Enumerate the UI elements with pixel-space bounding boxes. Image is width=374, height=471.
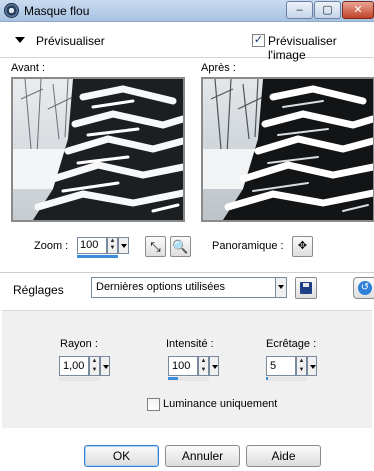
after-label: Après : <box>201 62 236 74</box>
save-preset-button[interactable] <box>295 277 317 299</box>
clipping-spinner[interactable]: ▲ ▼ <box>296 356 307 376</box>
preset-dropdown-button[interactable] <box>275 278 286 297</box>
close-button[interactable]: ✕ <box>342 1 374 19</box>
clipping-input[interactable]: 5 <box>266 356 296 376</box>
zoom-slider[interactable] <box>77 255 118 258</box>
intensity-dropdown-button[interactable] <box>209 356 219 376</box>
intensity-label: Intensité : <box>166 338 214 350</box>
zoom-label: Zoom : <box>34 240 69 252</box>
collapse-arrow-icon[interactable] <box>15 37 25 43</box>
help-button[interactable]: Aide <box>246 445 321 467</box>
zoom-input[interactable]: 100 <box>77 237 107 254</box>
luminance-only-label[interactable]: Luminance uniquement <box>163 398 277 410</box>
before-label: Avant : <box>11 62 46 74</box>
cancel-button[interactable]: Annuler <box>165 445 240 467</box>
settings-label: Réglages <box>13 283 64 297</box>
preview-image-checkbox-label[interactable]: Prévisualiser l'image <box>268 34 374 62</box>
luminance-only-checkbox[interactable] <box>147 398 160 411</box>
minimize-button[interactable]: – <box>286 1 313 19</box>
clipping-slider[interactable] <box>266 377 307 381</box>
pan-button[interactable]: ✥ <box>292 236 313 257</box>
app-icon <box>4 3 19 18</box>
clipping-dropdown-button[interactable] <box>307 356 317 376</box>
ok-button[interactable]: OK <box>84 445 159 467</box>
radius-dropdown-button[interactable] <box>100 356 110 376</box>
intensity-spinner[interactable]: ▲ ▼ <box>198 356 209 376</box>
zoom-actual-size-button[interactable]: 🔍 <box>170 236 191 257</box>
pan-label: Panoramique : <box>212 240 284 252</box>
window-title: Masque flou <box>24 4 90 18</box>
preview-section-label: Prévisualiser <box>36 34 105 48</box>
preset-select[interactable]: Dernières options utilisées <box>91 277 287 298</box>
divider <box>0 272 374 273</box>
reset-button[interactable]: ↺ <box>353 277 374 299</box>
zoom-dropdown-button[interactable] <box>118 237 129 254</box>
zoom-fit-button[interactable]: ⤡ <box>145 236 166 257</box>
intensity-slider-fill <box>168 377 179 380</box>
reset-arrow-icon: ↺ <box>358 281 372 295</box>
radius-spinner[interactable]: ▲ ▼ <box>89 356 100 376</box>
radius-slider[interactable] <box>59 377 100 381</box>
maximize-button[interactable]: ▢ <box>314 1 341 19</box>
clipping-label: Ecrêtage : <box>266 338 317 350</box>
snowy-tree-picture <box>203 79 373 220</box>
snowy-tree-picture <box>13 79 183 220</box>
radius-input[interactable]: 1,00 <box>59 356 89 376</box>
intensity-slider[interactable] <box>168 377 209 381</box>
zoom-slider-fill <box>77 255 118 258</box>
before-preview-image[interactable] <box>11 77 185 222</box>
after-preview-image[interactable] <box>201 77 374 222</box>
clipping-slider-fill <box>266 377 269 380</box>
intensity-input[interactable]: 100 <box>168 356 198 376</box>
floppy-disk-icon <box>300 282 312 294</box>
radius-label: Rayon : <box>60 338 98 350</box>
zoom-spinner[interactable]: ▲ ▼ <box>107 237 118 254</box>
preview-image-checkbox[interactable]: ✓ <box>252 34 265 47</box>
